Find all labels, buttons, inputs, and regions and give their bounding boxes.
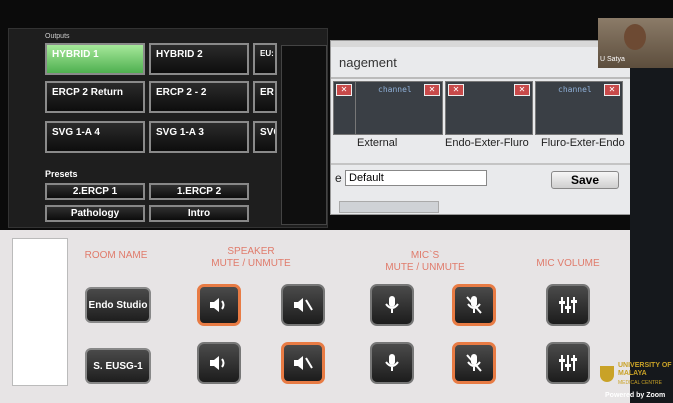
speaker-mute-icon bbox=[294, 298, 313, 312]
participant-name: U Satya bbox=[600, 56, 625, 63]
preset-button-pathology[interactable]: Pathology bbox=[45, 205, 145, 222]
room-name-endo-studio[interactable]: Endo Studio bbox=[85, 287, 151, 323]
output-button-ercp2-2[interactable]: ERCP 2 - 2 bbox=[149, 81, 249, 113]
mic-mute-button-1[interactable] bbox=[452, 284, 496, 326]
speaker-mute-button-2[interactable] bbox=[281, 342, 325, 384]
sliders-icon bbox=[559, 297, 577, 313]
speaker-icon bbox=[210, 356, 225, 370]
touch-panel: ROOM NAME SPEAKER MUTE / UNMUTE MIC`S MU… bbox=[0, 230, 630, 403]
mic-on-button-2[interactable] bbox=[370, 342, 414, 384]
close-icon[interactable]: ✕ bbox=[448, 84, 464, 96]
output-button-svg1a4[interactable]: SVG 1-A 4 bbox=[45, 121, 145, 153]
output-label-fluro: Fluro-Exter-Endo bbox=[541, 137, 625, 149]
file-select[interactable] bbox=[339, 201, 439, 213]
zoom-watermark: Powered by Zoom bbox=[605, 392, 666, 399]
mic-volume-button-1[interactable] bbox=[546, 284, 590, 326]
speaker-mute-button-1[interactable] bbox=[281, 284, 325, 326]
output-button-ercp2-return[interactable]: ERCP 2 Return bbox=[45, 81, 145, 113]
output-label-endo: Endo-Exter-Fluro bbox=[445, 137, 529, 149]
output-button-svg1a3[interactable]: SVG 1-A 3 bbox=[149, 121, 249, 153]
management-window: nagement ✕ channel ✕ ✕ ✕ channel ✕ Exter… bbox=[330, 40, 640, 215]
preset-prefix: e bbox=[335, 171, 342, 185]
sliders-icon bbox=[559, 355, 577, 371]
output-button-hybrid-2[interactable]: HYBRID 2 bbox=[149, 43, 249, 75]
speaker-on-button-1[interactable] bbox=[197, 284, 241, 326]
microphone-icon bbox=[385, 354, 399, 371]
university-logo: UNIVERSITY OF MALAYA MEDICAL CENTRE bbox=[600, 360, 672, 390]
preset-button-ercp1[interactable]: 2.ERCP 1 bbox=[45, 183, 145, 200]
output-label-external: External bbox=[357, 137, 398, 149]
microphone-icon bbox=[385, 296, 399, 313]
routing-panel: Outputs HYBRID 1 HYBRID 2 EU: MO ERCP 2 … bbox=[8, 28, 328, 228]
header-speaker: SPEAKER MUTE / UNMUTE bbox=[211, 246, 291, 269]
close-icon[interactable]: ✕ bbox=[514, 84, 530, 96]
close-icon[interactable]: ✕ bbox=[604, 84, 620, 96]
save-button[interactable]: Save bbox=[551, 171, 619, 189]
output-button-svc[interactable]: SVC bbox=[253, 121, 277, 153]
background-area bbox=[630, 68, 673, 403]
speaker-icon bbox=[210, 298, 225, 312]
output-thumbnail-fluro[interactable]: channel ✕ bbox=[535, 81, 623, 135]
header-mic-volume: MIC VOLUME bbox=[536, 258, 600, 269]
output-button-er[interactable]: ER bbox=[253, 81, 277, 113]
microphone-mute-icon bbox=[466, 296, 482, 314]
crest-icon bbox=[600, 366, 614, 382]
close-icon[interactable]: ✕ bbox=[336, 84, 352, 96]
medical-centre-label: MEDICAL CENTRE bbox=[618, 380, 662, 386]
university-name: UNIVERSITY OF MALAYA bbox=[618, 362, 672, 377]
mic-mute-button-2[interactable] bbox=[452, 342, 496, 384]
output-thumbnail-external[interactable]: channel ✕ bbox=[355, 81, 443, 135]
window-titlebar bbox=[331, 41, 639, 47]
room-name-eusg-1[interactable]: S. EUSG-1 bbox=[85, 348, 151, 384]
output-thumbnail-endo[interactable]: ✕ ✕ bbox=[445, 81, 533, 135]
side-strip bbox=[281, 45, 327, 225]
header-room-name: ROOM NAME bbox=[84, 250, 148, 261]
management-title: nagement bbox=[339, 55, 397, 70]
outputs-header: Outputs bbox=[45, 33, 70, 40]
preset-button-ercp2[interactable]: 1.ERCP 2 bbox=[149, 183, 249, 200]
close-icon[interactable]: ✕ bbox=[424, 84, 440, 96]
mic-volume-button-2[interactable] bbox=[546, 342, 590, 384]
output-button-eu[interactable]: EU: MO bbox=[253, 43, 277, 75]
preset-name-input[interactable]: Default bbox=[345, 170, 487, 186]
speaker-mute-icon bbox=[294, 356, 313, 370]
header-mics: MIC`S MUTE / UNMUTE bbox=[385, 250, 465, 273]
presets-title: Presets bbox=[45, 169, 78, 179]
output-button-hybrid-1[interactable]: HYBRID 1 bbox=[45, 43, 145, 75]
thumbnail-sidebar bbox=[12, 238, 68, 386]
zoom-participant-video: U Satya bbox=[598, 18, 673, 68]
preset-button-intro[interactable]: Intro bbox=[149, 205, 249, 222]
speaker-on-button-2[interactable] bbox=[197, 342, 241, 384]
microphone-mute-icon bbox=[466, 354, 482, 372]
avatar bbox=[624, 24, 646, 50]
mic-on-button-1[interactable] bbox=[370, 284, 414, 326]
